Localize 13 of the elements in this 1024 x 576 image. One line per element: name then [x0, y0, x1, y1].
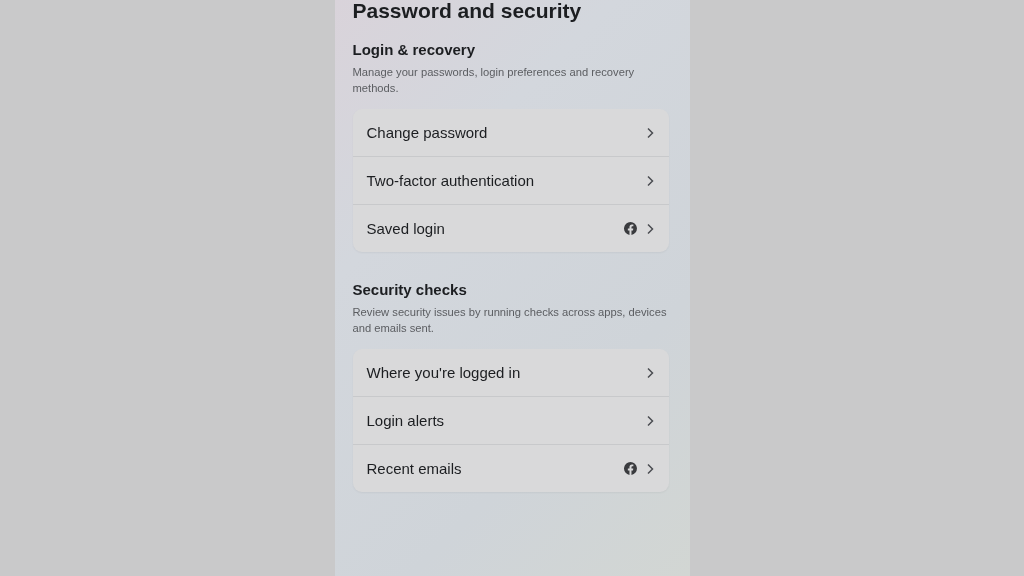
settings-row[interactable]: Two-factor authentication [352, 157, 669, 204]
section-description: Manage your passwords, login preferences and recovery methods. [352, 65, 636, 96]
settings-row[interactable]: Login alerts [352, 397, 669, 444]
settings-row[interactable]: Where you're logged in [352, 349, 669, 396]
section-heading: Login & recovery [352, 40, 477, 60]
settings-row[interactable]: Change password [352, 109, 669, 156]
settings-row[interactable]: Saved login [352, 205, 669, 252]
section-heading: Security checks [352, 280, 468, 300]
page-title: Password and security [352, 0, 583, 22]
section-description: Review security issues by running checks across apps, devices and emails sent. [352, 305, 668, 336]
settings-row[interactable]: Recent emails [352, 445, 669, 492]
facebook-icon [623, 462, 637, 475]
facebook-icon [623, 222, 637, 235]
